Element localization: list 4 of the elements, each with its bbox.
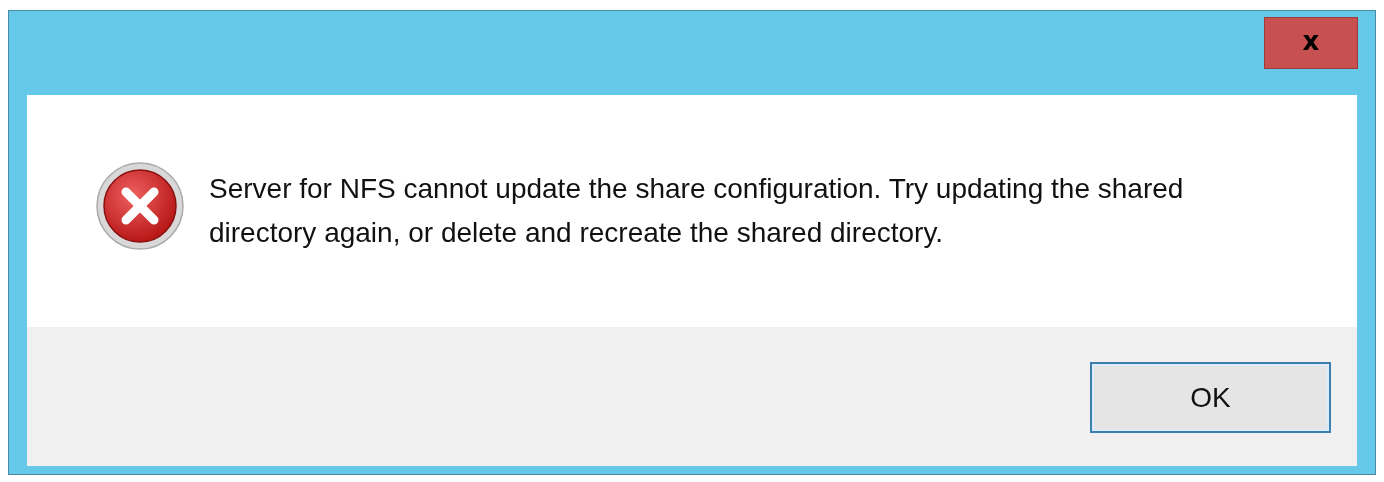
ok-button[interactable]: OK (1090, 362, 1331, 433)
error-icon (95, 161, 185, 251)
close-button[interactable]: x (1264, 17, 1358, 69)
error-message: Server for NFS cannot update the share configuration. Try updating the shared directory again, or delete and recreate the shared directory. (209, 172, 1185, 250)
